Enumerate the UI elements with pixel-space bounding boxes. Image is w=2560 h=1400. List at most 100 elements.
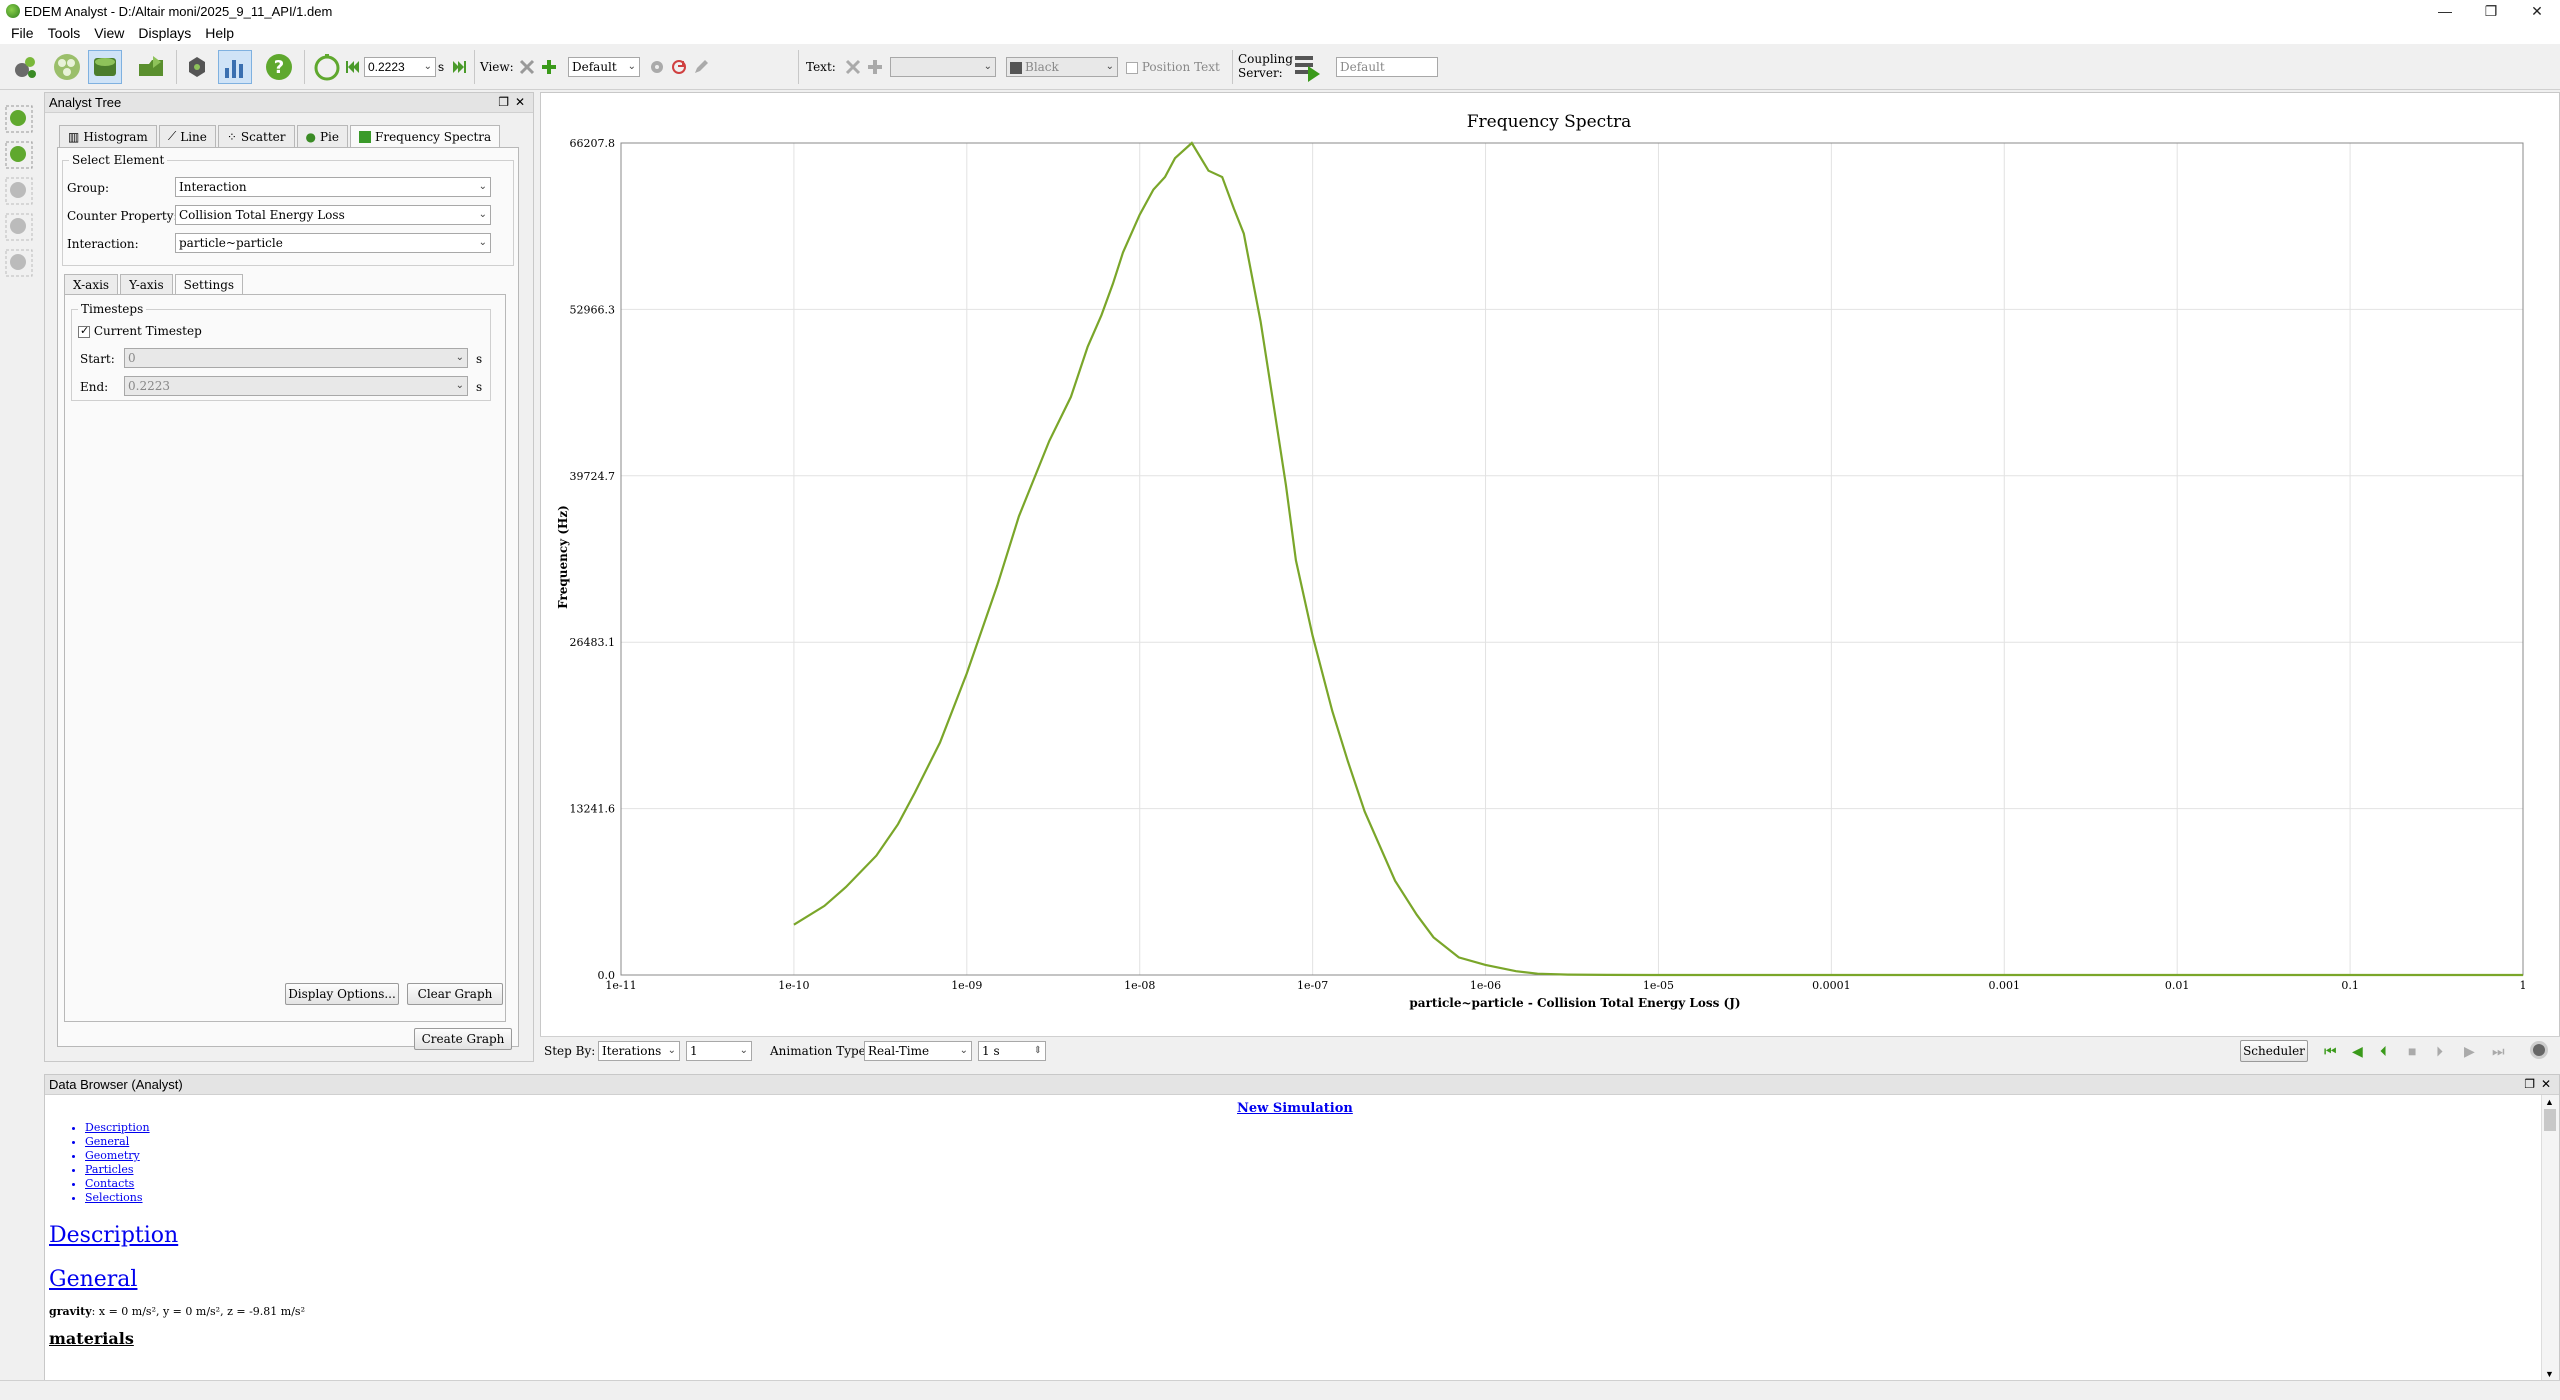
copy-query-icon[interactable] (4, 212, 36, 244)
text-select[interactable]: ⌄ (890, 57, 996, 77)
scheduler-button[interactable]: Scheduler (2240, 1040, 2308, 1062)
data-browser-header: Data Browser (Analyst) ❐ ✕ (45, 1075, 2559, 1095)
graph-icon[interactable] (218, 50, 252, 84)
chart-title: Frequency Spectra (1467, 112, 1632, 132)
tab-line[interactable]: ⟋ Line (158, 125, 216, 147)
zoom-query-icon[interactable] (4, 176, 36, 208)
particle-cluster-icon[interactable] (50, 50, 84, 84)
interaction-select[interactable]: particle~particle ⌄ (175, 233, 491, 253)
step-forward-frame-icon[interactable]: ⏵ (2436, 1043, 2443, 1060)
x-tick-label: 0.01 (2165, 979, 2190, 992)
scroll-down-icon[interactable]: ▼ (2545, 1369, 2554, 1379)
step-back-icon[interactable]: ◀ (2352, 1043, 2363, 1060)
record-icon[interactable] (2530, 1041, 2548, 1059)
section-general[interactable]: General (49, 1267, 137, 1292)
toc-particles[interactable]: Particles (85, 1163, 150, 1177)
restore-button[interactable]: ❐ (2468, 0, 2514, 22)
panel-close-icon[interactable]: ✕ (515, 95, 525, 109)
delete-query-icon[interactable] (4, 248, 36, 280)
toc-general[interactable]: General (85, 1135, 150, 1149)
menu-tools[interactable]: Tools (41, 25, 88, 41)
group-select[interactable]: Interaction ⌄ (175, 177, 491, 197)
section-description[interactable]: Description (49, 1223, 178, 1248)
first-timestep-icon[interactable] (342, 50, 364, 84)
data-browser-panel: Data Browser (Analyst) ❐ ✕ New Simulatio… (44, 1074, 2560, 1381)
group-label: Group: (67, 181, 109, 195)
plot-frame (620, 142, 2524, 976)
tab-pie[interactable]: ● Pie (296, 125, 348, 147)
pie-icon: ● (305, 129, 316, 144)
remove-text-icon[interactable] (842, 50, 864, 84)
panel-close-icon[interactable]: ✕ (2541, 1077, 2551, 1091)
simulation-heading-link[interactable]: New Simulation (1237, 1101, 1353, 1116)
end-value: 0.2223 (128, 379, 170, 393)
end-input[interactable]: 0.2223 ⌄ (124, 376, 468, 396)
menu-help[interactable]: Help (198, 25, 241, 41)
toc-contacts[interactable]: Contacts (85, 1177, 150, 1191)
pencil-icon[interactable] (690, 50, 712, 84)
analyze-particles-icon[interactable] (8, 50, 42, 84)
geometry-icon[interactable] (88, 50, 122, 84)
add-query-icon[interactable] (4, 104, 36, 136)
display-options-button[interactable]: Display Options... (285, 983, 399, 1005)
data-browser-title: Data Browser (Analyst) (49, 1077, 183, 1092)
add-text-icon[interactable] (864, 50, 886, 84)
menu-file[interactable]: File (4, 25, 41, 41)
undock-icon[interactable]: ❐ (2524, 1077, 2535, 1091)
reset-icon[interactable] (668, 50, 690, 84)
tab-settings[interactable]: Settings (174, 274, 244, 294)
start-label: Start: (80, 352, 115, 366)
scroll-thumb[interactable] (2544, 1109, 2556, 1131)
animation-type-select[interactable]: Real-Time ⌄ (864, 1041, 972, 1061)
view-value: Default (572, 60, 617, 74)
last-frame-icon[interactable]: ⏭ (2492, 1043, 2505, 1060)
camera-icon[interactable] (180, 50, 214, 84)
edit-query-icon[interactable] (4, 140, 36, 172)
add-view-icon[interactable] (538, 50, 560, 84)
coupling-server-input[interactable]: Default (1336, 57, 1438, 77)
timestep-select[interactable]: 0.2223 ⌄ (364, 57, 436, 77)
step-count-select[interactable]: 1 ⌄ (686, 1041, 752, 1061)
scroll-up-icon[interactable]: ▲ (2545, 1097, 2554, 1107)
tab-frequency-spectra[interactable]: Frequency Spectra (350, 125, 501, 147)
current-timestep-checkbox[interactable]: Current Timestep (78, 324, 202, 338)
timer-icon[interactable] (310, 50, 344, 84)
toc-geometry[interactable]: Geometry (85, 1149, 150, 1163)
checkbox-checked-icon (78, 324, 90, 338)
view-select[interactable]: Default ⌄ (568, 57, 640, 77)
first-frame-icon[interactable]: ⏮ (2324, 1043, 2337, 1060)
tab-scatter[interactable]: ⁘ Scatter (217, 125, 295, 147)
start-input[interactable]: 0 ⌄ (124, 348, 468, 368)
animation-step-spinner[interactable]: 1 s ⇕ (978, 1041, 1046, 1061)
tab-x-axis[interactable]: X-axis (64, 274, 119, 294)
toc-description[interactable]: Description (85, 1121, 150, 1135)
undock-icon[interactable]: ❐ (498, 95, 509, 109)
counter-property-select[interactable]: Collision Total Energy Loss ⌄ (175, 205, 491, 225)
text-color-select[interactable]: Black ⌄ (1006, 57, 1118, 77)
minimize-button[interactable]: — (2422, 0, 2468, 22)
timestep-value: 0.2223 (368, 60, 405, 74)
coupling-server-icon[interactable] (1290, 50, 1324, 84)
step-back-frame-icon[interactable]: ⏴ (2380, 1043, 2387, 1060)
tab-y-axis[interactable]: Y-axis (120, 274, 173, 294)
clear-graph-button[interactable]: Clear Graph (407, 983, 503, 1005)
step-by-select[interactable]: Iterations ⌄ (598, 1041, 680, 1061)
settings-icon[interactable] (646, 50, 668, 84)
create-graph-button[interactable]: Create Graph (414, 1028, 512, 1050)
graph-view[interactable]: Frequency Spectra 1e-11 1e-10 1e-09 1e-08 1e… (540, 92, 2560, 1060)
menu-view[interactable]: View (87, 25, 131, 41)
export-icon[interactable] (134, 50, 168, 84)
stop-icon[interactable]: ■ (2408, 1043, 2416, 1059)
remove-view-icon[interactable] (516, 50, 538, 84)
analyst-tree-panel: Analyst Tree ❐ ✕ ▥ Histogram ⟋ Line ⁘ Scatt… (44, 92, 534, 1062)
menu-displays[interactable]: Displays (131, 25, 198, 41)
help-icon[interactable]: ? (262, 50, 296, 84)
last-timestep-icon[interactable] (448, 50, 470, 84)
close-button[interactable]: ✕ (2514, 0, 2560, 22)
vertical-scrollbar[interactable]: ▲ ▼ (2541, 1095, 2559, 1381)
tab-histogram[interactable]: ▥ Histogram (59, 125, 157, 147)
view-label: View: (480, 60, 514, 74)
position-text-checkbox[interactable]: Position Text (1126, 60, 1220, 74)
play-icon[interactable]: ▶ (2464, 1043, 2475, 1060)
toc-selections[interactable]: Selections (85, 1191, 150, 1205)
